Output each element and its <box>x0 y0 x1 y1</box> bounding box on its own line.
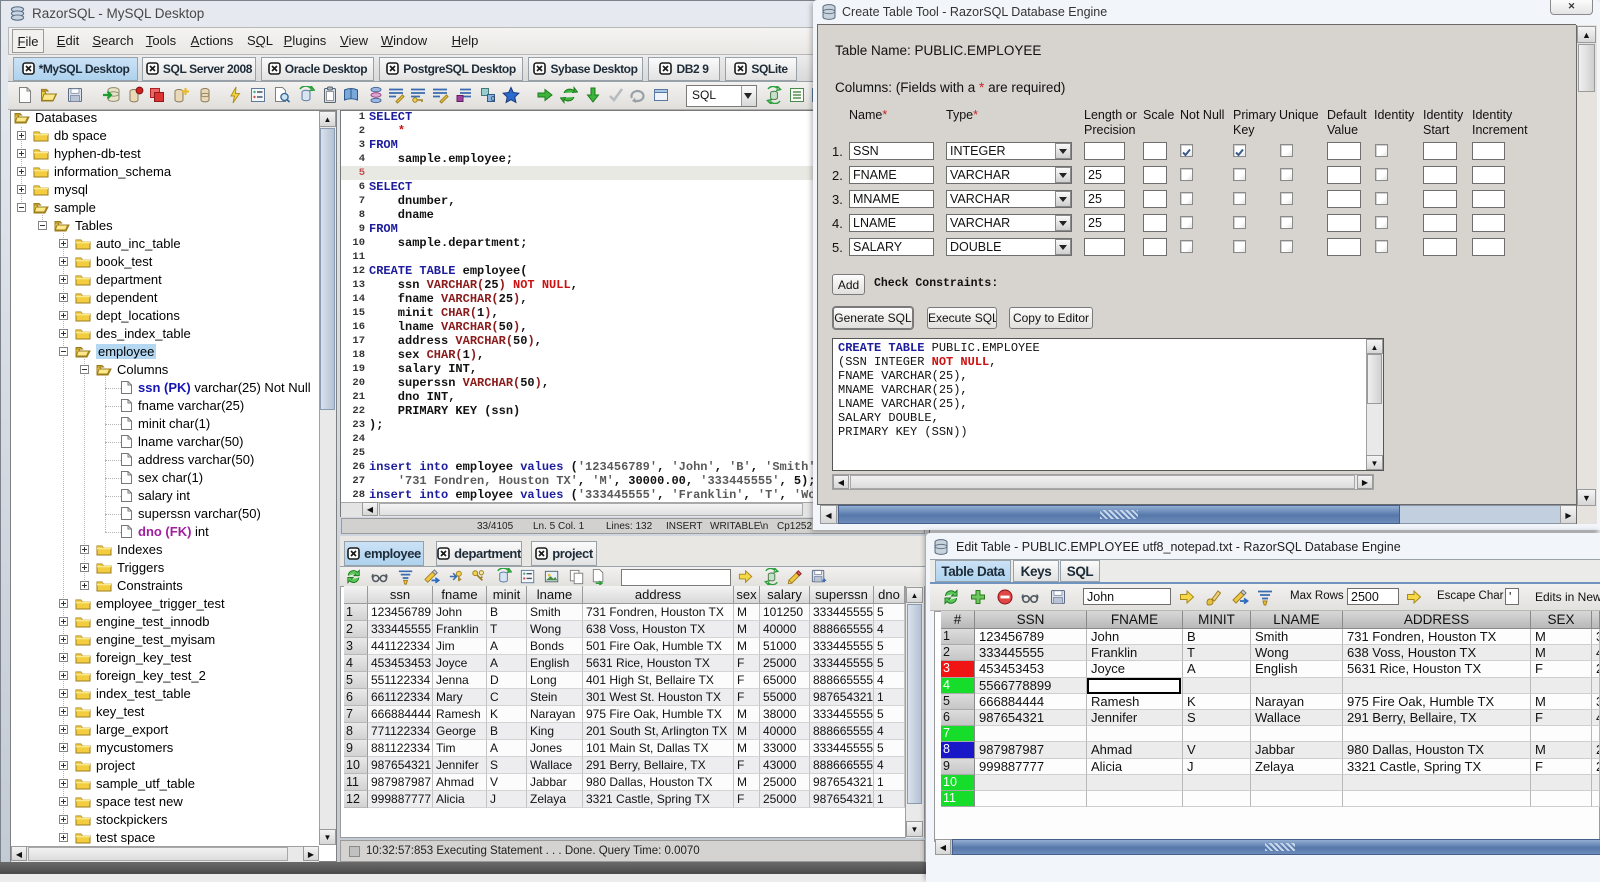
svg-text:0: 0 <box>491 96 495 103</box>
